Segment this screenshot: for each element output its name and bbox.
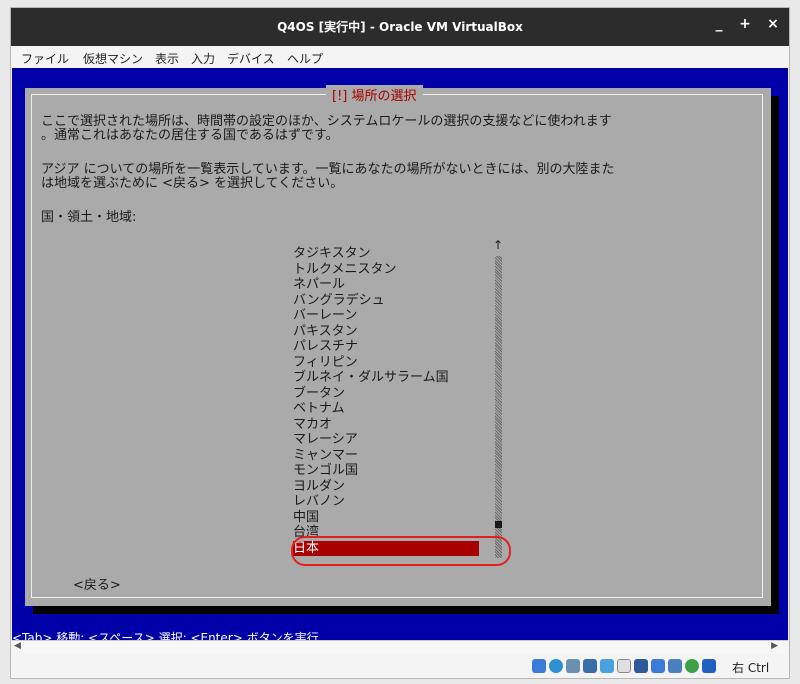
list-item[interactable]: マレーシア bbox=[293, 432, 479, 448]
list-item[interactable]: パレスチナ bbox=[293, 339, 479, 355]
list-item[interactable]: ベトナム bbox=[293, 401, 479, 417]
horizontal-scrollbar[interactable]: ◀ ▶ bbox=[12, 640, 788, 655]
menu-devices[interactable]: デバイス bbox=[227, 50, 275, 67]
list-scrollbar[interactable] bbox=[495, 256, 502, 558]
dialog-title: [!] 場所の選択 bbox=[326, 85, 423, 104]
keyboard-capture-icon[interactable] bbox=[702, 659, 716, 673]
back-button[interactable]: <戻る> bbox=[73, 574, 121, 593]
menu-machine[interactable]: 仮想マシン bbox=[83, 50, 143, 67]
vm-screen[interactable]: [!] 場所の選択 ここで選択された場所は、時間帯の設定のほか、システムロケール… bbox=[12, 68, 788, 640]
guest-additions-icon[interactable] bbox=[685, 659, 699, 673]
list-item[interactable]: 中国 bbox=[293, 510, 479, 526]
description-line-1: ここで選択された場所は、時間帯の設定のほか、システムロケールの選択の支援などに使… bbox=[41, 114, 612, 129]
list-item[interactable]: マカオ bbox=[293, 417, 479, 433]
description-line-2: 。通常これはあなたの居住する国であるはずです。 bbox=[41, 128, 339, 143]
list-item[interactable]: レバノン bbox=[293, 494, 479, 510]
list-item[interactable]: パキスタン bbox=[293, 324, 479, 340]
country-list[interactable]: タジキスタン トルクメニスタン ネパール バングラデシュ バーレーン パキスタン… bbox=[293, 246, 479, 556]
dialog-shadow-right bbox=[771, 96, 779, 614]
list-item[interactable]: ブルネイ・ダルサラーム国 bbox=[293, 370, 479, 386]
audio-icon[interactable] bbox=[566, 659, 580, 673]
maximize-button[interactable]: + bbox=[735, 16, 755, 32]
shared-folder-icon[interactable] bbox=[617, 659, 631, 673]
list-item[interactable]: バーレーン bbox=[293, 308, 479, 324]
scroll-up-arrow-icon: ↑ bbox=[493, 238, 504, 252]
cpu-icon[interactable] bbox=[668, 659, 682, 673]
key-hint-line: <Tab> 移動; <スペース> 選択; <Enter> ボタンを実行 bbox=[12, 631, 319, 640]
hard-disk-icon[interactable] bbox=[532, 659, 546, 673]
window-title: Q4OS [実行中] - Oracle VM VirtualBox bbox=[277, 20, 523, 34]
virtualbox-window: Q4OS [実行中] - Oracle VM VirtualBox _ + × … bbox=[10, 7, 790, 679]
list-item[interactable]: ネパール bbox=[293, 277, 479, 293]
list-label: 国・領土・地域: bbox=[41, 210, 137, 225]
list-item[interactable]: フィリピン bbox=[293, 355, 479, 371]
scroll-left-icon[interactable]: ◀ bbox=[14, 641, 21, 651]
list-item[interactable]: トルクメニスタン bbox=[293, 262, 479, 278]
display-icon[interactable] bbox=[634, 659, 648, 673]
scroll-right-icon[interactable]: ▶ bbox=[771, 641, 778, 651]
close-button[interactable]: × bbox=[763, 16, 783, 32]
optical-drive-icon[interactable] bbox=[549, 659, 563, 673]
description-line-3: アジア についての場所を一覧表示しています。一覧にあなたの場所がないときには、別… bbox=[41, 162, 615, 177]
minimize-button[interactable]: _ bbox=[709, 16, 729, 32]
recording-icon[interactable] bbox=[651, 659, 665, 673]
list-item[interactable]: タジキスタン bbox=[293, 246, 479, 262]
description-line-4: は地域を選ぶために <戻る> を選択してください。 bbox=[41, 176, 344, 191]
list-item[interactable]: ミャンマー bbox=[293, 448, 479, 464]
usb-icon[interactable] bbox=[600, 659, 614, 673]
title-bar: Q4OS [実行中] - Oracle VM VirtualBox _ + × bbox=[11, 8, 789, 46]
installer-dialog: [!] 場所の選択 ここで選択された場所は、時間帯の設定のほか、システムロケール… bbox=[25, 85, 771, 606]
network-icon[interactable] bbox=[583, 659, 597, 673]
menu-help[interactable]: ヘルプ bbox=[287, 50, 323, 67]
selection-highlight-circle bbox=[291, 536, 511, 566]
menu-bar: ファイル 仮想マシン 表示 入力 デバイス ヘルプ bbox=[11, 46, 789, 68]
status-bar: 右 Ctrl bbox=[11, 654, 789, 678]
menu-view[interactable]: 表示 bbox=[155, 50, 179, 67]
list-scrollbar-thumb[interactable] bbox=[495, 521, 502, 528]
menu-file[interactable]: ファイル bbox=[21, 50, 69, 67]
list-item[interactable]: バングラデシュ bbox=[293, 293, 479, 309]
host-key-label: 右 Ctrl bbox=[732, 661, 770, 675]
menu-input[interactable]: 入力 bbox=[191, 50, 215, 67]
list-item[interactable]: ブータン bbox=[293, 386, 479, 402]
dialog-shadow-bottom bbox=[33, 606, 779, 614]
list-item[interactable]: モンゴル国 bbox=[293, 463, 479, 479]
list-item[interactable]: ヨルダン bbox=[293, 479, 479, 495]
